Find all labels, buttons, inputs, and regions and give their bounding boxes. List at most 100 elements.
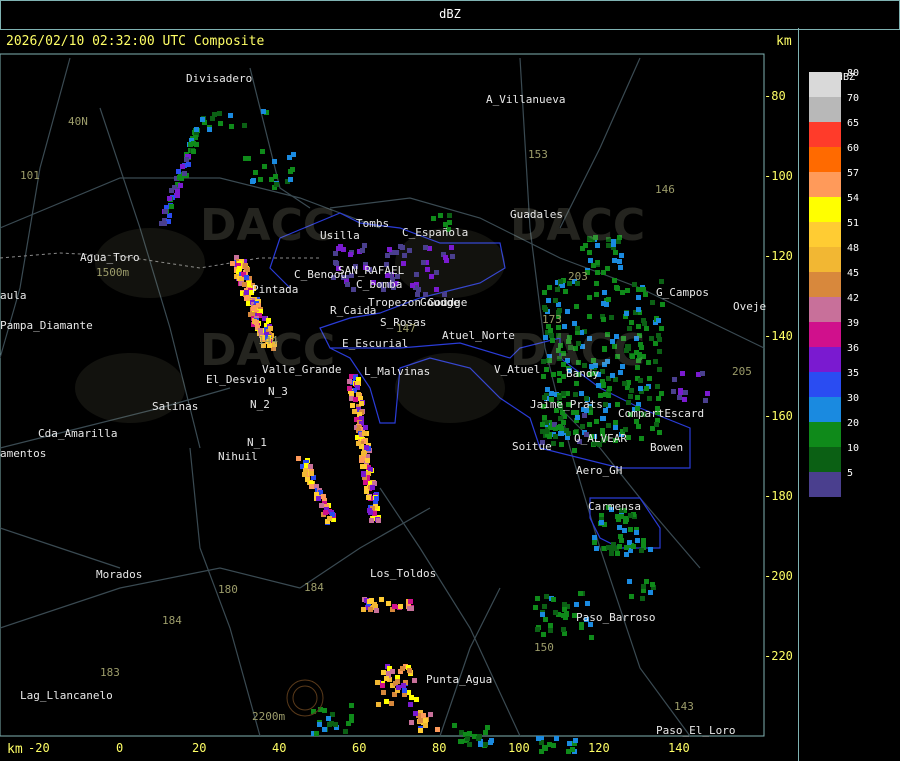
echo-pixel: [659, 279, 664, 284]
echo-pixel: [178, 183, 183, 188]
echo-pixel: [542, 290, 547, 295]
echo-pixel: [558, 279, 563, 284]
echo-pixel: [370, 485, 375, 490]
echo-pixel: [327, 516, 332, 521]
echo-pixel: [361, 451, 366, 456]
echo-pixel: [375, 680, 380, 685]
echo-pixel: [558, 431, 563, 436]
echo-pixel: [368, 510, 373, 515]
echo-pixel: [245, 267, 250, 272]
y-tick: -180: [764, 489, 793, 503]
echo-pixel: [243, 156, 248, 161]
echo-pixel: [639, 548, 644, 553]
legend-label: 5: [847, 468, 854, 479]
legend-swatch: [809, 447, 841, 472]
echo-pixel: [636, 424, 641, 429]
y-tick: -100: [764, 169, 793, 183]
echo-pixel: [609, 551, 614, 556]
echo-pixel: [287, 155, 292, 160]
place-label: Soitue: [512, 440, 552, 453]
echo-pixel: [657, 430, 662, 435]
echo-pixel: [575, 415, 580, 420]
echo-pixel: [659, 391, 664, 396]
place-label: Los_Toldos: [370, 567, 437, 580]
echo-pixel: [350, 403, 355, 408]
radar-map[interactable]: [0, 28, 797, 761]
x-tick: 60: [352, 741, 367, 755]
echo-pixel: [366, 495, 371, 500]
echo-pixel: [356, 441, 361, 446]
legend-label: 60: [847, 143, 860, 154]
legend-swatch: [809, 422, 841, 447]
legend-swatch: [809, 72, 841, 97]
echo-pixel: [563, 289, 568, 294]
legend-swatch: [809, 397, 841, 422]
place-label: Atuel_Norte: [442, 329, 515, 342]
route-label: 173: [542, 313, 562, 326]
route-label: 180: [218, 583, 238, 596]
route-label: 144: [258, 334, 278, 347]
echo-pixel: [566, 749, 571, 754]
route-label: 184: [162, 614, 182, 627]
route-label: 101: [20, 169, 40, 182]
echo-pixel: [619, 538, 624, 543]
echo-pixel: [582, 413, 587, 418]
place-label: amentos: [0, 447, 47, 460]
legend-swatch: [809, 347, 841, 372]
echo-pixel: [414, 272, 419, 277]
echo-pixel: [641, 287, 646, 292]
echo-pixel: [167, 196, 172, 201]
echo-pixel: [585, 601, 590, 606]
echo-pixel: [323, 510, 328, 515]
echo-pixel: [376, 702, 381, 707]
place-label: Goudge: [420, 296, 460, 309]
echo-pixel: [574, 602, 579, 607]
echo-pixel: [421, 713, 426, 718]
echo-pixel: [288, 177, 293, 182]
echo-pixel: [177, 175, 182, 180]
echo-pixel: [543, 617, 548, 622]
echo-pixel: [467, 742, 472, 747]
echo-pixel: [647, 396, 652, 401]
echo-pixel: [435, 727, 440, 732]
echo-pixel: [556, 425, 561, 430]
echo-pixel: [601, 317, 606, 322]
legend-label: 48: [847, 243, 860, 254]
echo-pixel: [349, 714, 354, 719]
echo-pixel: [483, 742, 488, 747]
echo-pixel: [541, 632, 546, 637]
place-label: Jaime_Prats: [530, 398, 603, 411]
echo-pixel: [659, 326, 664, 331]
route-label: 150: [534, 641, 554, 654]
echo-pixel: [452, 723, 457, 728]
legend-swatch: [809, 372, 841, 397]
echo-pixel: [363, 425, 368, 430]
echo-pixel: [595, 260, 600, 265]
echo-pixel: [485, 725, 490, 730]
route-label: 184: [304, 581, 324, 594]
place-label: Guadales: [510, 208, 563, 221]
place-label: N_1: [247, 436, 267, 449]
echo-pixel: [644, 386, 649, 391]
echo-pixel: [191, 149, 196, 154]
echo-pixel: [253, 170, 258, 175]
echo-pixel: [353, 397, 358, 402]
legend-label: 36: [847, 343, 860, 354]
place-label: N_2: [250, 398, 270, 411]
echo-pixel: [638, 386, 643, 391]
echo-pixel: [564, 612, 569, 617]
echo-pixel: [603, 408, 608, 413]
place-label: Bandy: [566, 367, 600, 380]
echo-pixel: [465, 736, 470, 741]
echo-pixel: [348, 252, 353, 257]
echo-pixel: [657, 367, 662, 372]
legend-swatch: [809, 322, 841, 347]
echo-pixel: [483, 730, 488, 735]
echo-pixel: [640, 596, 645, 601]
legend-label: 20: [847, 418, 860, 429]
echo-pixel: [407, 248, 412, 253]
echo-pixel: [333, 722, 338, 727]
echo-pixel: [535, 627, 540, 632]
echo-pixel: [381, 670, 386, 675]
echo-pixel: [194, 142, 199, 147]
